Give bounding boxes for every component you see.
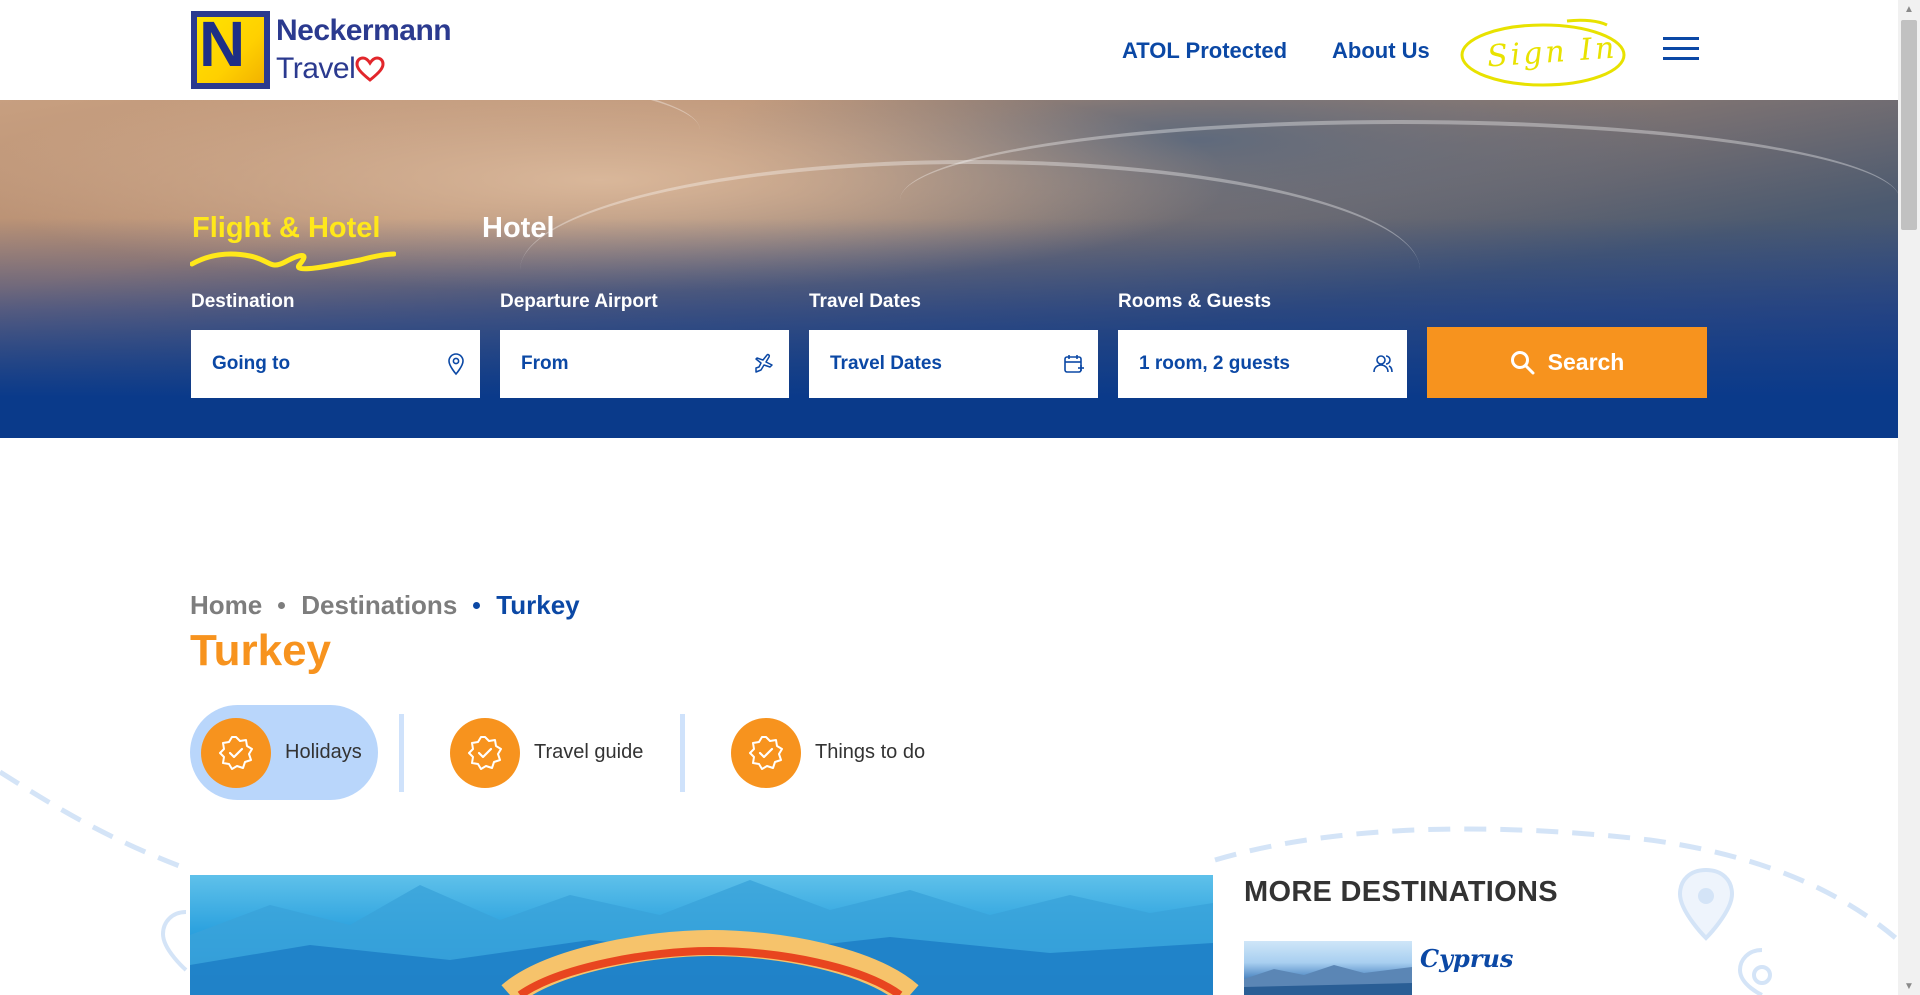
travel-guide-badge-icon [450,717,520,788]
destination-link-cyprus[interactable]: Cyprus [1420,944,1513,973]
destination-label: Destination [191,291,295,312]
breadcrumb-separator [278,602,286,609]
destination-thumbnail[interactable] [1244,941,1412,995]
calendar-icon [1064,355,1084,373]
scrollbar-thumb[interactable] [1901,20,1917,230]
guests-icon [1373,355,1393,373]
travel-dates-placeholder: Travel Dates [830,353,942,374]
breadcrumb-destinations[interactable]: Destinations [301,590,457,621]
page-scrollbar[interactable]: ▲ ▼ [1898,0,1920,995]
turkey-hero-image [190,875,1213,995]
tab-things-to-do-label: Things to do [815,741,926,763]
search-icon [1510,350,1535,374]
scroll-down-arrow-icon[interactable]: ▼ [1898,977,1920,995]
plane-icon [755,353,773,373]
menu-hamburger-icon[interactable] [1663,37,1699,61]
brand-logo[interactable]: N Neckermann Travel [191,11,452,89]
breadcrumb-current: Turkey [496,590,580,620]
search-button[interactable]: Search [1427,327,1707,398]
heart-icon [355,56,385,82]
logo-mark-icon: N [191,11,270,89]
about-us-link[interactable]: About Us [1332,38,1430,64]
breadcrumb-separator [473,602,481,609]
travel-dates-label: Travel Dates [809,291,921,312]
tab-hotel[interactable]: Hotel [482,212,555,245]
page-title: Turkey [190,626,332,675]
tab-things-to-do[interactable]: Things to do [731,705,925,800]
sign-in-button[interactable]: Sign In [1459,17,1627,87]
destination-placeholder: Going to [212,353,291,374]
rooms-guests-value: 1 room, 2 guests [1139,353,1290,374]
rooms-guests-input[interactable]: 1 room, 2 guests [1118,330,1407,398]
tab-holidays-label: Holidays [285,741,362,763]
more-destinations-title: MORE DESTINATIONS [1244,876,1558,908]
things-to-do-badge-icon [731,717,801,788]
departure-airport-input[interactable]: From [500,330,789,398]
departure-airport-placeholder: From [521,353,569,374]
logo-text-line1: Neckermann [276,14,452,47]
travel-dates-input[interactable]: Travel Dates [809,330,1098,398]
tab-travel-guide-label: Travel guide [534,741,644,763]
breadcrumb-home[interactable]: Home [190,590,262,621]
logo-text-line2: Travel [276,52,356,85]
tab-divider [680,714,685,792]
scroll-up-arrow-icon[interactable]: ▲ [1898,0,1920,18]
atol-protected-link[interactable]: ATOL Protected [1122,38,1287,64]
rooms-guests-label: Rooms & Guests [1118,291,1272,312]
map-pin-icon [448,353,464,376]
destination-input[interactable]: Going to [191,330,480,398]
holidays-badge-icon [201,717,271,788]
site-header: N Neckermann Travel ATOL Protected About… [0,0,1898,100]
tab-holidays[interactable]: Holidays [190,705,378,800]
active-tab-underline-icon [190,251,396,272]
search-button-label: Search [1547,349,1625,375]
tab-travel-guide[interactable]: Travel guide [450,705,643,800]
tab-divider [399,714,404,792]
breadcrumb: Home Destinations Turkey [190,590,580,621]
departure-airport-label: Departure Airport [500,291,658,312]
